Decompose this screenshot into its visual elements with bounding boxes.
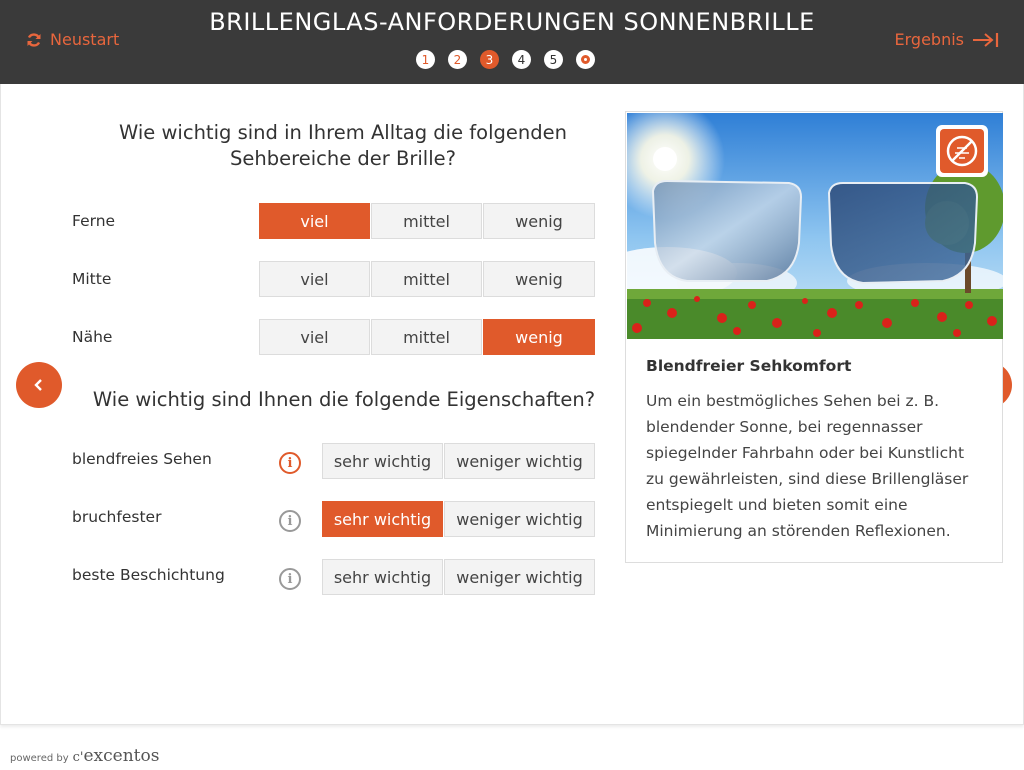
info-icon[interactable]: i	[279, 452, 301, 474]
question-properties: Wie wichtig sind Ihnen die folgende Eige…	[92, 388, 596, 411]
option-group-ferne: viel mittel wenig	[259, 203, 596, 239]
row-label-naehe: Nähe	[72, 328, 113, 346]
info-icon[interactable]: i	[279, 510, 301, 532]
row-label-mitte: Mitte	[72, 270, 112, 288]
option-mitte-viel[interactable]: viel	[259, 261, 370, 297]
option-mitte-wenig[interactable]: wenig	[483, 261, 595, 297]
option-beschichtung-sehr-wichtig[interactable]: sehr wichtig	[322, 559, 443, 595]
result-label: Ergebnis	[894, 30, 964, 49]
option-ferne-wenig[interactable]: wenig	[483, 203, 595, 239]
option-group-blendfrei: sehr wichtig weniger wichtig	[322, 443, 596, 479]
brand-logo: c'excentos	[72, 746, 160, 766]
card-image	[627, 113, 1003, 339]
result-button[interactable]: Ergebnis	[895, 30, 1000, 49]
info-icon[interactable]: i	[279, 568, 301, 590]
chevron-left-icon	[34, 379, 42, 391]
option-beschichtung-weniger-wichtig[interactable]: weniger wichtig	[444, 559, 595, 595]
powered-by-label: powered by	[10, 753, 69, 764]
step-4[interactable]: 4	[512, 50, 531, 69]
option-group-beschichtung: sehr wichtig weniger wichtig	[322, 559, 596, 595]
step-result[interactable]	[576, 50, 595, 69]
question-viewing-areas: Wie wichtig sind in Ihrem Alltag die fol…	[119, 121, 567, 170]
arrow-to-end-icon	[973, 32, 999, 47]
info-card: Blendfreier Sehkomfort Um ein bestmöglic…	[625, 111, 1003, 563]
option-group-bruchfester: sehr wichtig weniger wichtig	[322, 501, 596, 537]
step-5[interactable]: 5	[544, 50, 563, 69]
option-naehe-viel[interactable]: viel	[259, 319, 370, 355]
no-glare-icon	[940, 129, 984, 173]
option-blendfrei-sehr-wichtig[interactable]: sehr wichtig	[322, 443, 443, 479]
row-label-beschichtung: beste Beschichtung	[72, 566, 225, 584]
row-label-blendfrei: blendfreies Sehen	[72, 450, 212, 468]
option-bruchfester-sehr-wichtig[interactable]: sehr wichtig	[322, 501, 443, 537]
page-title: BRILLENGLAS-ANFORDERUNGEN SONNENBRILLE	[209, 8, 815, 36]
result-ring-icon	[581, 55, 590, 64]
step-indicator: 1 2 3 4 5	[416, 50, 595, 69]
option-ferne-mittel[interactable]: mittel	[371, 203, 482, 239]
card-title: Blendfreier Sehkomfort	[646, 357, 852, 375]
option-mitte-mittel[interactable]: mittel	[371, 261, 482, 297]
previous-button[interactable]	[16, 362, 62, 408]
option-group-naehe: viel mittel wenig	[259, 319, 596, 355]
option-naehe-mittel[interactable]: mittel	[371, 319, 482, 355]
step-3[interactable]: 3	[480, 50, 499, 69]
option-group-mitte: viel mittel wenig	[259, 261, 596, 297]
option-bruchfester-weniger-wichtig[interactable]: weniger wichtig	[444, 501, 595, 537]
option-blendfrei-weniger-wichtig[interactable]: weniger wichtig	[444, 443, 595, 479]
step-2[interactable]: 2	[448, 50, 467, 69]
option-naehe-wenig[interactable]: wenig	[483, 319, 595, 355]
card-description: Um ein bestmögliches Sehen bei z. B. ble…	[646, 392, 969, 540]
row-label-ferne: Ferne	[72, 212, 116, 230]
step-1[interactable]: 1	[416, 50, 435, 69]
footer-branding: powered by c'excentos	[10, 746, 159, 766]
row-label-bruchfester: bruchfester	[72, 508, 162, 526]
option-ferne-viel[interactable]: viel	[259, 203, 370, 239]
header-bar: Neustart BRILLENGLAS-ANFORDERUNGEN SONNE…	[0, 0, 1024, 84]
